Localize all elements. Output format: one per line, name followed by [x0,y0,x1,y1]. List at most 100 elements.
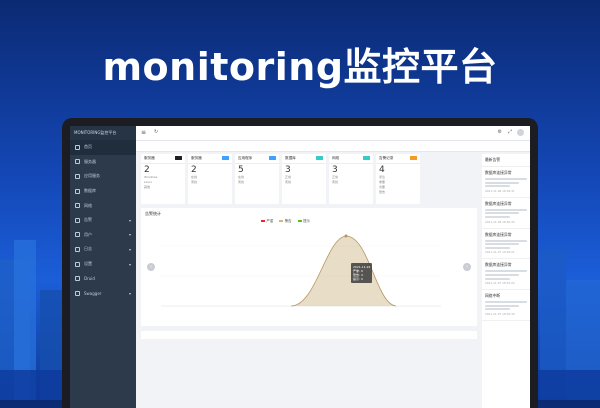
stat-card-title: 网络 [332,156,340,160]
stat-line: 离线 [285,180,292,184]
top-bar: ≡ ↻ ⤢ ⚙ [136,126,530,141]
alarm-item[interactable]: 数据库连接异常 2021-11-06 18:30:45 [482,198,530,229]
sidebar-item-label: 应用服务 [84,173,100,179]
stat-card[interactable]: 应用程序 5 在线 离线 [235,154,279,204]
menu-toggle-icon[interactable]: ≡ [141,129,146,136]
settings-icon[interactable]: ⚙ [498,129,502,135]
stat-line: 离线 [191,180,198,184]
nav-icon [75,203,80,209]
alarm-title: 数据库连接异常 [485,231,512,237]
stat-card-title: 告警记录 [379,156,394,160]
sidebar-item[interactable]: Swagger ▾ [70,286,136,301]
warning-area [161,236,441,306]
sidebar-item[interactable]: 日志 ▾ [70,242,136,257]
stat-card-title: 服务器 [191,156,202,160]
stat-card[interactable]: 服务器 2 Windows Linux 其他 [141,154,185,204]
sidebar-item[interactable]: 服务器 [70,155,136,170]
chevron-down-icon: ▾ [128,246,131,252]
sidebar: MONITORING监控平台 首页服务器应用服务数据库网络告警 ▾ 用户 ▾ 日志 ▾ 设置… [70,126,136,408]
stat-card[interactable]: 数据库 3 正常 离线 [282,154,326,204]
sidebar-item-label: 数据库 [84,188,96,194]
sidebar-item-label: 用户 [84,231,92,237]
nav-icon [75,246,80,252]
sidebar-item-label: 设置 [84,261,92,267]
nav-icon [75,261,80,267]
user-avatar[interactable] [517,129,524,136]
alarm-item[interactable]: 网络中断 2021-11-07 18:02:39 [482,290,530,321]
sidebar-item-label: 日志 [84,246,92,252]
stat-tag [222,155,229,160]
alarm-date: 2021-11-06 18:30:45 [485,219,515,224]
alarm-date: 2021-11-07 18:02:39 [485,311,515,316]
sidebar-item[interactable]: 用户 ▾ [70,228,136,243]
nav-icon [75,232,80,238]
stat-tag [316,155,323,160]
alarm-item[interactable]: 数据库连接异常 2021-11-07 19:18:21 [482,229,530,260]
tab-bar [136,141,530,152]
stat-number: 5 [238,165,244,175]
alarm-title: 网络中断 [485,293,501,299]
sidebar-item-label: 告警 [84,217,92,223]
alarm-date: 2021-11-07 19:18:21 [485,250,515,255]
sidebar-item[interactable]: 首页 [70,140,136,155]
nav-icon [75,188,80,194]
stat-tag [410,155,417,160]
stat-card-title: 应用程序 [238,156,253,160]
stat-tag [175,155,182,160]
stat-tag [363,155,370,160]
alarm-item[interactable]: 数据库连接异常 2021-11-07 18:53:24 [482,259,530,291]
sidebar-brand: MONITORING监控平台 [70,126,136,140]
sidebar-item[interactable]: 告警 ▾ [70,213,136,228]
latest-alarms-header: 最新告警 [482,154,530,167]
nav-icon [75,159,80,165]
nav-icon [75,290,80,296]
nav-icon [75,173,80,179]
chevron-down-icon: ▾ [128,290,131,296]
stat-number: 3 [332,165,338,175]
sidebar-item[interactable]: 网络 [70,198,136,213]
chevron-down-icon: ▾ [128,232,131,238]
alarm-title: 数据库连接异常 [485,200,512,206]
stat-card-title: 数据库 [285,156,296,160]
stat-card[interactable]: 服务器 2 在线 离线 [188,154,232,204]
stat-line: 离线 [238,180,245,184]
alarm-item[interactable]: 数据库连接异常 2021-11-06 18:39:31 [482,167,530,198]
sidebar-item-label: 网络 [84,202,92,208]
stat-line: 警告 [379,190,386,194]
sidebar-item-label: 服务器 [84,158,96,164]
fullscreen-icon[interactable]: ⤢ [508,129,512,135]
sidebar-item[interactable]: Druid [70,271,136,286]
stat-card-title: 服务器 [144,156,155,160]
warning-peak-point [344,234,348,238]
refresh-icon[interactable]: ↻ [154,129,158,135]
alarm-chart-panel: 告警统计 严重 警告 提示 2021-11-24 严重: 0 警告: 4 提示: 0 ‹ … [141,208,477,326]
nav-icon [75,276,80,282]
stat-line: 离线 [332,180,339,184]
stat-number: 3 [285,165,291,175]
alarm-date: 2021-11-07 18:53:24 [485,281,515,286]
chart-tooltip: 2021-11-24 严重: 0 警告: 4 提示: 0 [351,263,373,283]
sidebar-item[interactable]: 数据库 [70,184,136,199]
stat-number: 2 [144,165,150,175]
laptop-frame: MONITORING监控平台 首页 服务器 应用服务 数据库 网络 告警 ▾ 用户 ▾ 日志 ▾ 设置… [62,118,538,408]
stat-number: 4 [379,165,385,175]
nav-icon [75,217,80,223]
alarm-title: 数据库连接异常 [485,170,512,175]
footer-panel [141,331,477,339]
stat-number: 2 [191,165,197,175]
alarm-date: 2021-11-06 18:39:31 [485,188,515,193]
alarm-title: 数据库连接异常 [485,262,512,268]
alarm-chart [161,234,441,307]
sidebar-item[interactable]: 应用服务 [70,169,136,184]
nav-icon [75,144,80,150]
sidebar-item-label: Druid [84,276,95,282]
carousel-next-icon[interactable]: › [463,263,471,271]
banner-title: monitoring监控平台 [102,45,498,89]
sidebar-item-label: Swagger [84,290,102,296]
sidebar-item[interactable]: 设置 ▾ [70,257,136,272]
stat-card[interactable]: 告警记录 4 紧急 重要 次要 警告 [376,154,420,204]
stat-card[interactable]: 网络 3 正常 离线 [329,154,373,204]
chevron-down-icon: ▾ [128,217,131,223]
carousel-prev-icon[interactable]: ‹ [147,263,155,271]
tooltip-line: 提示: 0 [353,277,363,281]
